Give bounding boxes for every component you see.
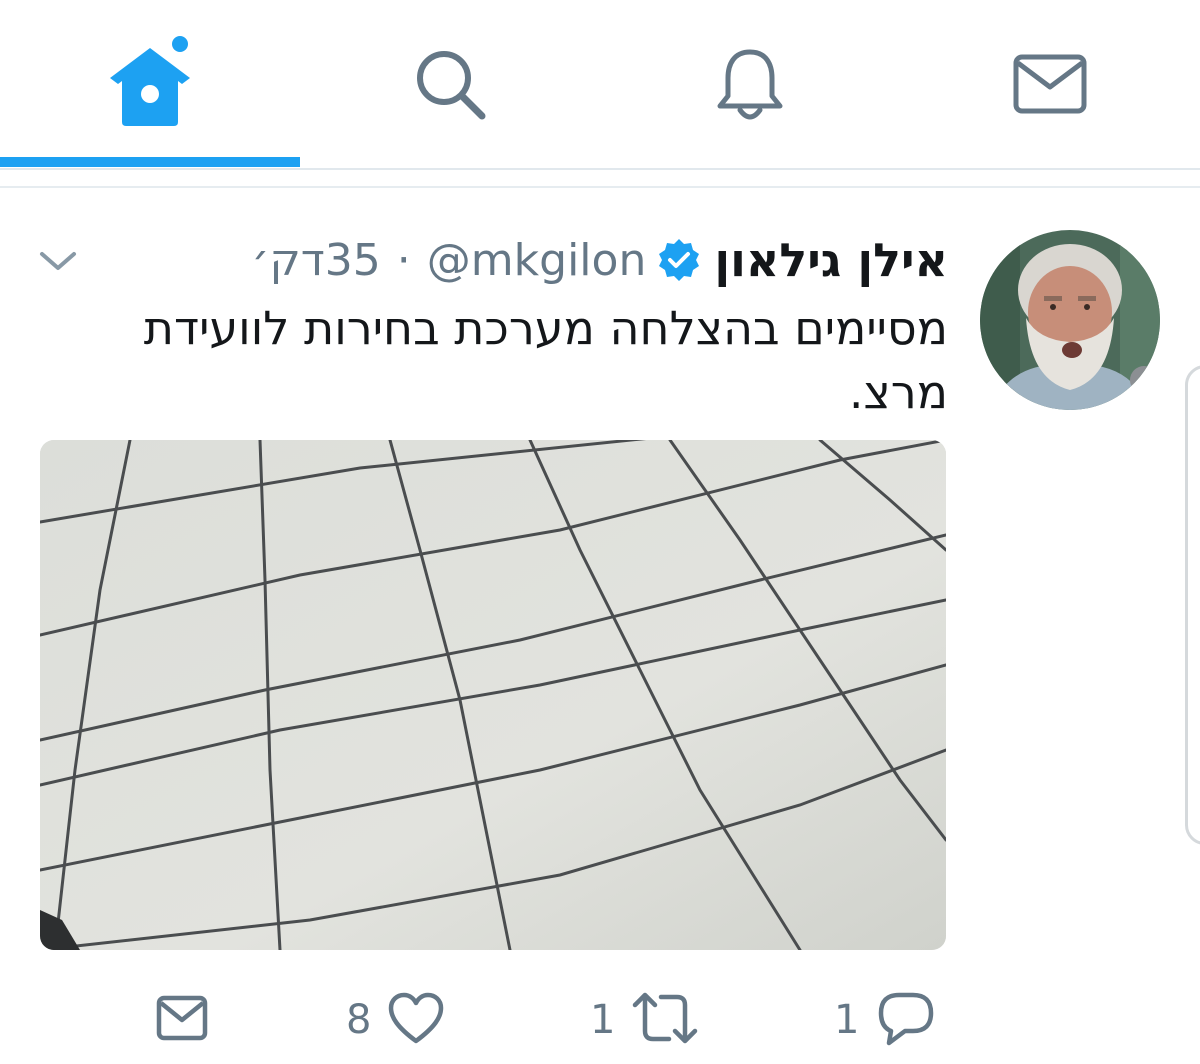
reply-count: 1	[834, 997, 860, 1043]
active-tab-indicator	[0, 157, 300, 167]
tweet-text: מסיימים בהצלחה מערכת בחירות לוועידת מרצ.	[143, 301, 948, 419]
retweet-icon	[631, 989, 699, 1051]
author-avatar[interactable]	[980, 230, 1160, 410]
mail-icon	[1010, 49, 1090, 119]
tab-messages[interactable]	[900, 0, 1200, 168]
tab-search[interactable]	[300, 0, 600, 168]
tab-notifications[interactable]	[600, 0, 900, 168]
tab-home[interactable]	[0, 0, 300, 168]
timeline-top-divider	[0, 186, 1200, 188]
reply-icon	[875, 989, 937, 1051]
verified-badge-icon	[656, 237, 702, 283]
like-button[interactable]: 8	[346, 988, 445, 1052]
mail-icon	[155, 994, 209, 1046]
home-icon	[100, 34, 200, 134]
author-handle[interactable]: @mkgilon	[427, 235, 647, 286]
tweet-header: אילן גילאון @mkgilon · 35דק׳	[251, 224, 948, 296]
app-root: אילן גילאון @mkgilon · 35דק׳ מסיימים בהצ…	[0, 0, 1200, 1064]
heart-icon	[387, 991, 445, 1049]
header-separator: ·	[396, 234, 411, 286]
tweet-timestamp[interactable]: 35דק׳	[251, 235, 381, 286]
retweet-count: 1	[590, 997, 616, 1043]
like-count: 8	[346, 997, 372, 1043]
reply-button[interactable]: 1	[834, 988, 937, 1052]
search-icon	[410, 44, 490, 124]
bell-icon	[710, 44, 790, 124]
tab-bar-divider	[0, 168, 1200, 170]
author-name[interactable]: אילן גילאון	[714, 233, 948, 287]
direct-message-button[interactable]	[155, 988, 209, 1052]
side-scroll-indicator	[1185, 365, 1200, 845]
tweet-photo[interactable]	[40, 440, 946, 950]
top-tab-bar	[0, 0, 1200, 168]
retweet-button[interactable]: 1	[590, 988, 699, 1052]
tweet-options-chevron-down-icon[interactable]	[36, 240, 80, 284]
